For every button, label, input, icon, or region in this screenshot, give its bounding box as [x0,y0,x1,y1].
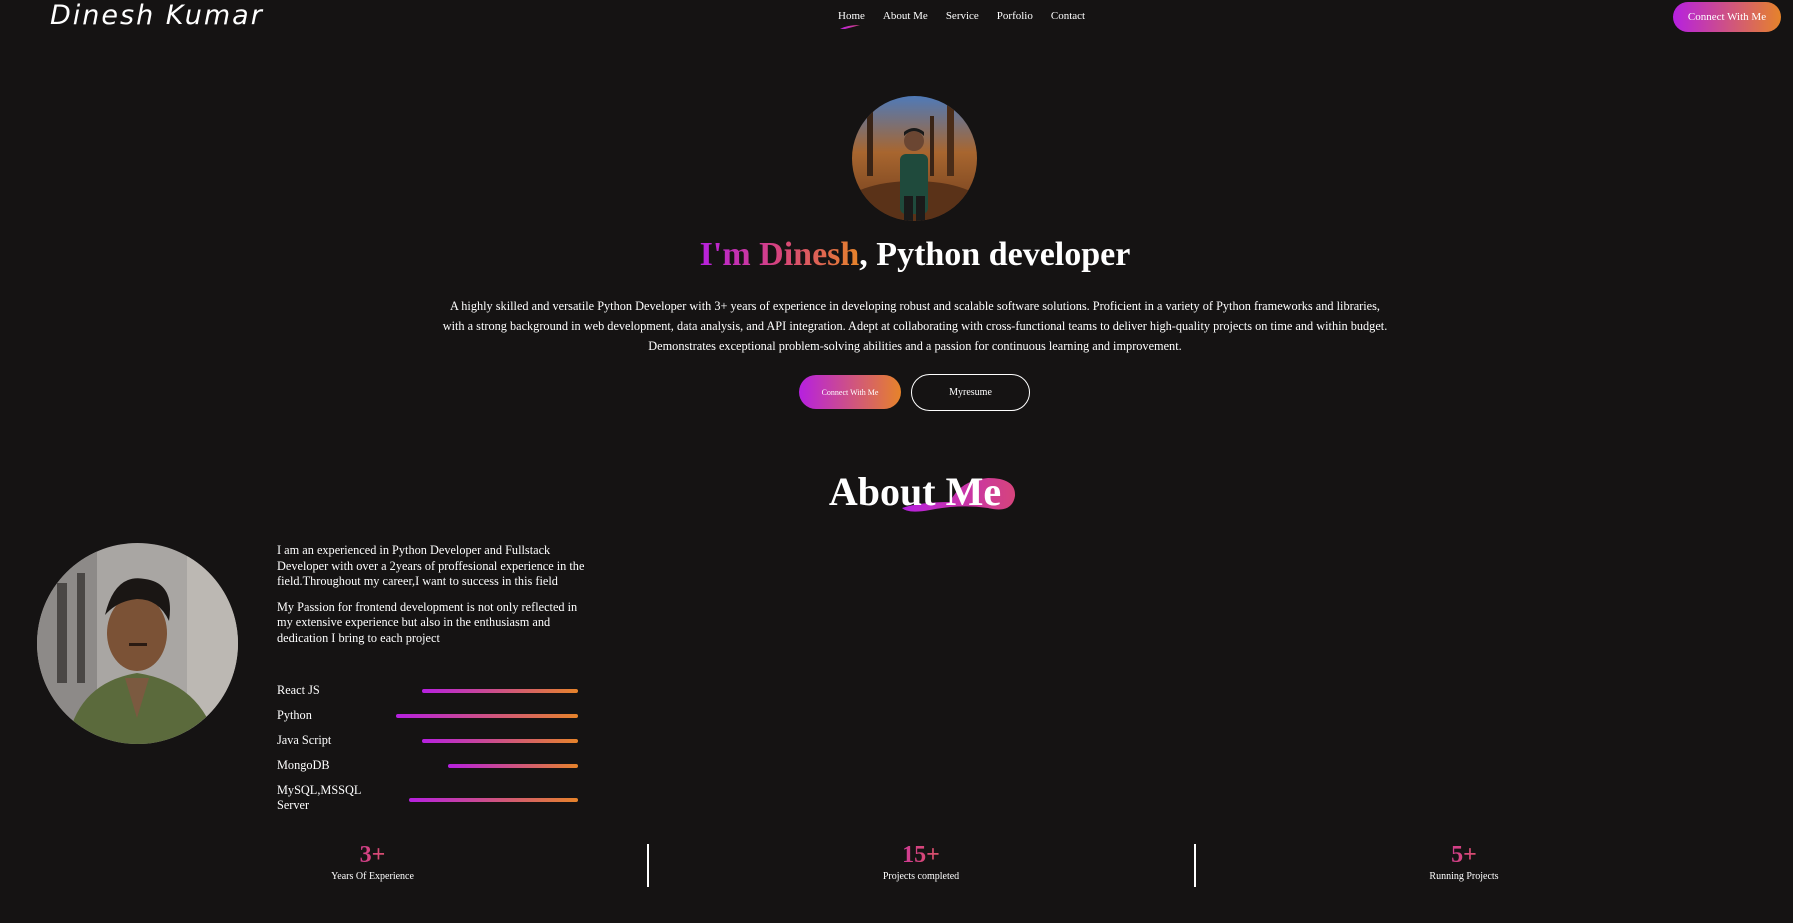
skill-bar [396,714,578,718]
stat-label: Running Projects [1429,871,1499,882]
my-resume-button[interactable]: Myresume [911,374,1030,411]
skill-bar [422,739,578,743]
hero-title-highlight: I'm Dinesh [699,236,860,273]
nav-link-portfolio[interactable]: Porfolio [997,10,1033,22]
hero-title: I'm Dinesh, Python developer [0,236,1793,274]
stat-divider [1194,844,1196,887]
stat-label: Projects completed [882,871,960,882]
stat-experience: 3+ Years Of Experience [300,842,445,882]
nav-link-about[interactable]: About Me [883,10,928,22]
main-nav: Home About Me Service Porfolio Contact [838,10,1085,29]
stat-number: 5+ [1390,842,1538,869]
active-underline-icon [840,25,860,29]
stat-divider [647,844,649,887]
skill-name: MongoDB [277,758,330,772]
stat-running: 5+ Running Projects [1390,842,1538,882]
skill-name: MySQL,MSSQL Server [277,783,361,812]
connect-with-me-button[interactable]: Connect With Me [799,375,901,409]
about-paragraph-2: My Passion for frontend development is n… [277,599,578,645]
site-logo[interactable]: Dinesh Kumar [50,0,264,31]
connect-with-me-nav-button[interactable]: Connect With Me [1673,2,1781,32]
hero-title-rest: , Python developer [859,236,1131,273]
about-text: I am an experienced in Python Developer … [277,543,587,656]
nav-link-contact[interactable]: Contact [1051,10,1085,22]
hero-profile-photo [852,96,977,221]
skill-bar [409,798,578,802]
nav-link-home[interactable]: Home [838,10,865,29]
nav-link-home-label: Home [838,10,865,22]
hero-description: A highly skilled and versatile Python De… [442,299,1388,353]
stat-number: 15+ [846,842,996,869]
skill-name: Python [277,708,312,722]
stat-projects: 15+ Projects completed [846,842,996,882]
about-me-heading: About Me [828,469,1002,514]
nav-link-service[interactable]: Service [946,10,979,22]
about-paragraph-1: I am an experienced in Python Developer … [277,543,585,588]
skill-bar [448,764,578,768]
skill-name: React JS [277,683,320,697]
skill-name: Java Script [277,733,332,747]
about-profile-photo [37,543,238,744]
stat-label: Years Of Experience [331,871,414,882]
skill-bar [422,689,578,693]
stat-number: 3+ [300,842,445,869]
